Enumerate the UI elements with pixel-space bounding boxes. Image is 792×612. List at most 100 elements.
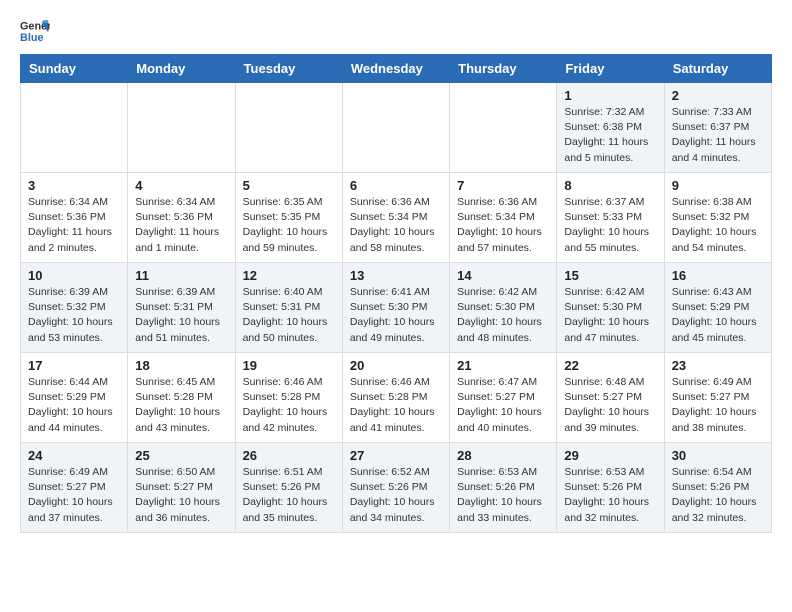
calendar-cell: 18 Sunrise: 6:45 AM Sunset: 5:28 PM Dayli…	[128, 353, 235, 443]
day-info: Sunrise: 7:33 AM Sunset: 6:37 PM Dayligh…	[672, 105, 764, 166]
week-row: 3Sunrise: 6:34 AM Sunset: 5:36 PM Daylig…	[21, 173, 772, 263]
day-number: 18	[135, 358, 227, 373]
day-number: 8	[564, 178, 656, 193]
logo-icon: General Blue	[20, 16, 50, 46]
day-info: Sunrise: 6:43 AM Sunset: 5:29 PM Dayligh…	[672, 285, 764, 346]
calendar-cell: 1 Sunrise: 7:32 AM Sunset: 6:38 PM Daylig…	[557, 83, 664, 173]
day-info: Sunrise: 6:39 AM Sunset: 5:32 PM Dayligh…	[28, 285, 120, 346]
day-info: Sunrise: 6:49 AM Sunset: 5:27 PM Dayligh…	[672, 375, 764, 436]
day-number: 15	[564, 268, 656, 283]
calendar-cell: 9 Sunrise: 6:38 AM Sunset: 5:32 PM Daylig…	[664, 173, 771, 263]
calendar-cell: 26 Sunrise: 6:51 AM Sunset: 5:26 PM Dayli…	[235, 443, 342, 533]
day-info: Sunrise: 6:36 AM Sunset: 5:34 PM Dayligh…	[350, 195, 442, 256]
calendar-cell: 27Sunrise: 6:52 AM Sunset: 5:26 PM Dayli…	[342, 443, 449, 533]
day-info: Sunrise: 6:39 AM Sunset: 5:31 PM Dayligh…	[135, 285, 227, 346]
day-info: Sunrise: 6:41 AM Sunset: 5:30 PM Dayligh…	[350, 285, 442, 346]
day-info: Sunrise: 6:44 AM Sunset: 5:29 PM Dayligh…	[28, 375, 120, 436]
calendar-cell: 19 Sunrise: 6:46 AM Sunset: 5:28 PM Dayli…	[235, 353, 342, 443]
day-info: Sunrise: 6:46 AM Sunset: 5:28 PM Dayligh…	[243, 375, 335, 436]
calendar-cell: 8 Sunrise: 6:37 AM Sunset: 5:33 PM Daylig…	[557, 173, 664, 263]
day-number: 2	[672, 88, 764, 103]
day-info: Sunrise: 6:38 AM Sunset: 5:32 PM Dayligh…	[672, 195, 764, 256]
col-header-wednesday: Wednesday	[342, 55, 449, 83]
day-number: 9	[672, 178, 764, 193]
page-header: General Blue	[0, 0, 792, 54]
day-number: 17	[28, 358, 120, 373]
week-row: 10 Sunrise: 6:39 AM Sunset: 5:32 PM Dayli…	[21, 263, 772, 353]
calendar-cell	[21, 83, 128, 173]
week-row: 17 Sunrise: 6:44 AM Sunset: 5:29 PM Dayli…	[21, 353, 772, 443]
calendar-cell: 13 Sunrise: 6:41 AM Sunset: 5:30 PM Dayli…	[342, 263, 449, 353]
calendar-cell: 3Sunrise: 6:34 AM Sunset: 5:36 PM Daylig…	[21, 173, 128, 263]
calendar-table: SundayMondayTuesdayWednesdayThursdayFrid…	[20, 54, 772, 533]
day-info: Sunrise: 6:42 AM Sunset: 5:30 PM Dayligh…	[564, 285, 656, 346]
calendar-cell: 21 Sunrise: 6:47 AM Sunset: 5:27 PM Dayli…	[450, 353, 557, 443]
day-info: Sunrise: 6:47 AM Sunset: 5:27 PM Dayligh…	[457, 375, 549, 436]
day-info: Sunrise: 6:53 AM Sunset: 5:26 PM Dayligh…	[564, 465, 656, 526]
day-info: Sunrise: 6:45 AM Sunset: 5:28 PM Dayligh…	[135, 375, 227, 436]
day-number: 1	[564, 88, 656, 103]
header-row: SundayMondayTuesdayWednesdayThursdayFrid…	[21, 55, 772, 83]
day-info: Sunrise: 6:40 AM Sunset: 5:31 PM Dayligh…	[243, 285, 335, 346]
col-header-thursday: Thursday	[450, 55, 557, 83]
calendar-cell: 4Sunrise: 6:34 AM Sunset: 5:36 PM Daylig…	[128, 173, 235, 263]
day-info: Sunrise: 6:49 AM Sunset: 5:27 PM Dayligh…	[28, 465, 120, 526]
day-number: 12	[243, 268, 335, 283]
calendar-cell: 22 Sunrise: 6:48 AM Sunset: 5:27 PM Dayli…	[557, 353, 664, 443]
day-number: 23	[672, 358, 764, 373]
day-number: 21	[457, 358, 549, 373]
calendar-cell: 10 Sunrise: 6:39 AM Sunset: 5:32 PM Dayli…	[21, 263, 128, 353]
day-number: 26	[243, 448, 335, 463]
logo: General Blue	[20, 16, 50, 46]
calendar-cell	[128, 83, 235, 173]
day-number: 13	[350, 268, 442, 283]
calendar-cell: 5Sunrise: 6:35 AM Sunset: 5:35 PM Daylig…	[235, 173, 342, 263]
day-number: 28	[457, 448, 549, 463]
day-number: 11	[135, 268, 227, 283]
day-info: Sunrise: 6:34 AM Sunset: 5:36 PM Dayligh…	[28, 195, 120, 256]
calendar-cell: 17 Sunrise: 6:44 AM Sunset: 5:29 PM Dayli…	[21, 353, 128, 443]
day-number: 4	[135, 178, 227, 193]
day-number: 19	[243, 358, 335, 373]
calendar-cell: 7Sunrise: 6:36 AM Sunset: 5:34 PM Daylig…	[450, 173, 557, 263]
day-number: 20	[350, 358, 442, 373]
day-number: 24	[28, 448, 120, 463]
col-header-friday: Friday	[557, 55, 664, 83]
day-info: Sunrise: 6:35 AM Sunset: 5:35 PM Dayligh…	[243, 195, 335, 256]
day-number: 10	[28, 268, 120, 283]
day-number: 22	[564, 358, 656, 373]
calendar-cell	[235, 83, 342, 173]
day-info: Sunrise: 6:42 AM Sunset: 5:30 PM Dayligh…	[457, 285, 549, 346]
day-info: Sunrise: 7:32 AM Sunset: 6:38 PM Dayligh…	[564, 105, 656, 166]
calendar-cell: 15 Sunrise: 6:42 AM Sunset: 5:30 PM Dayli…	[557, 263, 664, 353]
calendar-cell: 20 Sunrise: 6:46 AM Sunset: 5:28 PM Dayli…	[342, 353, 449, 443]
day-number: 29	[564, 448, 656, 463]
week-row: 1 Sunrise: 7:32 AM Sunset: 6:38 PM Daylig…	[21, 83, 772, 173]
day-number: 30	[672, 448, 764, 463]
day-info: Sunrise: 6:37 AM Sunset: 5:33 PM Dayligh…	[564, 195, 656, 256]
calendar-cell: 6 Sunrise: 6:36 AM Sunset: 5:34 PM Daylig…	[342, 173, 449, 263]
calendar-cell: 14 Sunrise: 6:42 AM Sunset: 5:30 PM Dayli…	[450, 263, 557, 353]
col-header-tuesday: Tuesday	[235, 55, 342, 83]
calendar-cell	[342, 83, 449, 173]
day-number: 25	[135, 448, 227, 463]
day-info: Sunrise: 6:51 AM Sunset: 5:26 PM Dayligh…	[243, 465, 335, 526]
calendar-cell: 30Sunrise: 6:54 AM Sunset: 5:26 PM Dayli…	[664, 443, 771, 533]
day-info: Sunrise: 6:48 AM Sunset: 5:27 PM Dayligh…	[564, 375, 656, 436]
day-number: 27	[350, 448, 442, 463]
calendar-cell: 24 Sunrise: 6:49 AM Sunset: 5:27 PM Dayli…	[21, 443, 128, 533]
day-info: Sunrise: 6:46 AM Sunset: 5:28 PM Dayligh…	[350, 375, 442, 436]
calendar-cell	[450, 83, 557, 173]
calendar-cell: 16 Sunrise: 6:43 AM Sunset: 5:29 PM Dayli…	[664, 263, 771, 353]
day-info: Sunrise: 6:50 AM Sunset: 5:27 PM Dayligh…	[135, 465, 227, 526]
calendar-cell: 23 Sunrise: 6:49 AM Sunset: 5:27 PM Dayli…	[664, 353, 771, 443]
col-header-saturday: Saturday	[664, 55, 771, 83]
col-header-monday: Monday	[128, 55, 235, 83]
calendar-cell: 29 Sunrise: 6:53 AM Sunset: 5:26 PM Dayli…	[557, 443, 664, 533]
calendar-cell: 28Sunrise: 6:53 AM Sunset: 5:26 PM Dayli…	[450, 443, 557, 533]
svg-text:Blue: Blue	[20, 32, 43, 44]
day-number: 6	[350, 178, 442, 193]
col-header-sunday: Sunday	[21, 55, 128, 83]
day-number: 14	[457, 268, 549, 283]
day-number: 16	[672, 268, 764, 283]
